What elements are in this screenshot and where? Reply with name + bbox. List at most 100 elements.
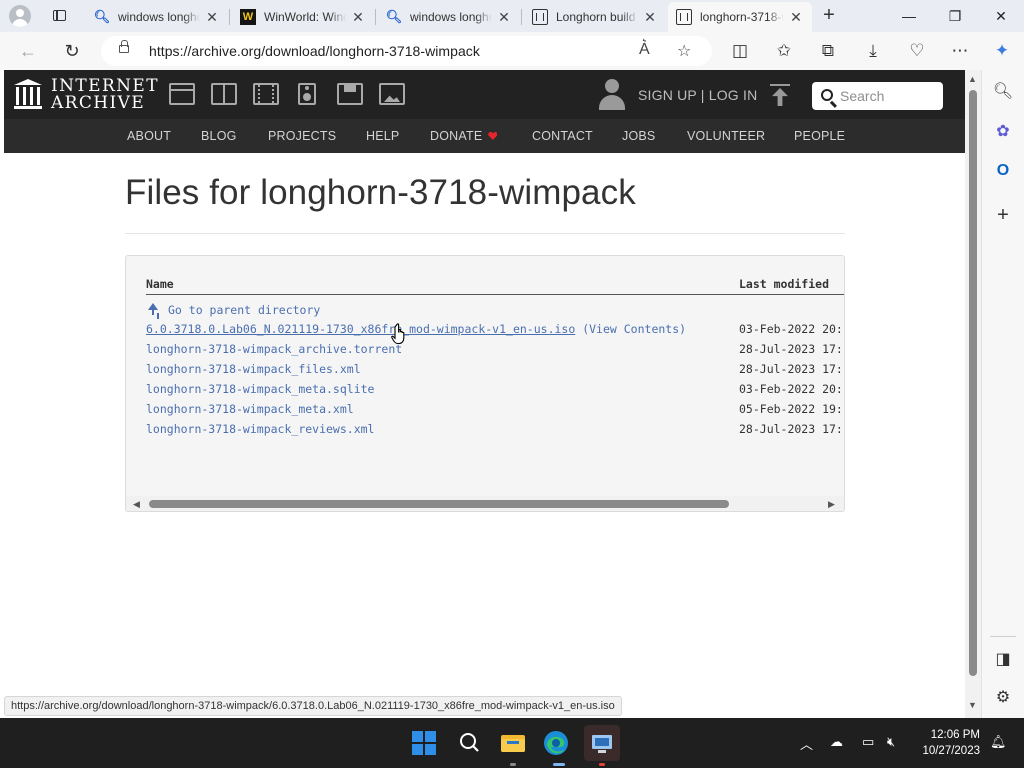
volume-muted-icon[interactable]: 🔇︎ <box>887 734 895 750</box>
nav-help[interactable]: HELP <box>366 129 399 143</box>
user-avatar-icon[interactable] <box>598 79 626 111</box>
close-tab-icon[interactable]: ✕ <box>350 9 366 26</box>
scroll-left-icon[interactable]: ◀ <box>133 499 140 510</box>
edge-icon[interactable] <box>541 728 571 758</box>
split-screen-icon[interactable]: ◫ <box>726 38 754 64</box>
close-window-button[interactable]: ✕ <box>978 0 1024 32</box>
notification-bell-icon[interactable]: 🔔︎ <box>990 734 1007 750</box>
browser-essentials-icon[interactable]: ♡ <box>903 38 931 64</box>
file-link[interactable]: longhorn-3718-wimpack_meta.xml <box>146 402 354 416</box>
nav-about[interactable]: ABOUT <box>127 129 171 143</box>
nav-jobs[interactable]: JOBS <box>622 129 655 143</box>
sidebar-copilot-icon[interactable]: ✿ <box>992 120 1014 142</box>
close-tab-icon[interactable]: ✕ <box>496 9 512 26</box>
column-header-last-modified[interactable]: Last modified <box>739 277 829 291</box>
vertical-scrollbar[interactable]: ▲ ▼ <box>965 70 981 718</box>
sign-up-log-in-link[interactable]: SIGN UP | LOG IN <box>638 87 757 103</box>
taskbar-date[interactable]: 10/27/2023 <box>914 745 980 757</box>
ia-search-box[interactable] <box>812 82 943 110</box>
downloads-icon[interactable]: ⤓ <box>859 38 887 64</box>
taskbar-time[interactable]: 12:06 PM <box>914 729 980 741</box>
collections-icon[interactable]: ⧉ <box>814 38 842 64</box>
start-icon[interactable] <box>409 728 439 758</box>
restore-button[interactable]: ❐ <box>932 0 978 32</box>
file-row: 6.0.3718.0.Lab06_N.021119-1730_x86fre_mo… <box>146 322 843 340</box>
nav-projects[interactable]: PROJECTS <box>268 129 336 143</box>
profile-avatar-icon[interactable] <box>9 5 31 27</box>
page-title: Files for longhorn-3718-wimpack <box>125 173 636 212</box>
web-icon[interactable] <box>169 83 195 105</box>
images-icon[interactable] <box>379 83 405 105</box>
file-listing-box: Name Last modified Go to parent director… <box>125 255 845 512</box>
new-tab-icon[interactable]: + <box>818 4 840 28</box>
horizontal-scroll-thumb[interactable] <box>149 500 729 508</box>
ia-wordmark[interactable]: INTERNET ARCHIVE <box>51 78 159 112</box>
favorite-star-icon[interactable]: ☆ <box>677 41 691 61</box>
copilot-icon[interactable]: ✦ <box>988 38 1016 64</box>
search-input[interactable] <box>840 87 936 105</box>
favorites-icon[interactable]: ✩ <box>770 38 798 64</box>
sidebar-hide-icon[interactable]: ◨ <box>992 648 1014 670</box>
scroll-up-icon[interactable]: ▲ <box>968 74 977 84</box>
texts-icon[interactable] <box>211 83 237 105</box>
read-aloud-icon[interactable]: A͛ <box>639 41 650 59</box>
view-contents-link[interactable]: (View Contents) <box>582 322 686 336</box>
nav-donate[interactable]: DONATE <box>430 129 498 143</box>
video-icon[interactable] <box>253 83 279 105</box>
back-icon[interactable]: ← <box>14 38 42 64</box>
minimize-button[interactable]: — <box>886 0 932 32</box>
close-tab-icon[interactable]: ✕ <box>788 9 804 26</box>
horizontal-scrollbar[interactable]: ◀ ▶ <box>126 496 844 511</box>
search-icon[interactable] <box>821 89 833 101</box>
vertical-scroll-thumb[interactable] <box>969 90 977 676</box>
file-link[interactable]: longhorn-3718-wimpack_archive.torrent <box>146 342 402 356</box>
tab-4[interactable]: Longhorn build 3718 ✕ <box>524 2 666 32</box>
sidebar-search-icon[interactable]: 🔍︎ <box>992 80 1014 102</box>
scroll-right-icon[interactable]: ▶ <box>828 499 835 510</box>
nav-volunteer[interactable]: VOLUNTEER <box>687 129 765 143</box>
tab-2[interactable]: W WinWorld: Windows Longhorn ✕ <box>232 2 374 32</box>
tab-3[interactable]: 🔍︎ windows longhorn ✕ <box>378 2 520 32</box>
close-tab-icon[interactable]: ✕ <box>204 9 220 26</box>
tab-actions-icon[interactable] <box>48 6 70 26</box>
tab-strip: 🔍︎ windows longhorn ✕ W WinWorld: Window… <box>0 0 1024 32</box>
ia-nav-bar: ABOUT BLOG PROJECTS HELP DONATE CONTACT … <box>4 119 965 153</box>
file-link[interactable]: longhorn-3718-wimpack_files.xml <box>146 362 361 376</box>
parent-directory-row: Go to parent directory <box>146 302 320 320</box>
refresh-icon[interactable]: ↻ <box>58 38 86 64</box>
parent-directory-link[interactable]: Go to parent directory <box>168 303 320 317</box>
column-header-name[interactable]: Name <box>146 277 174 291</box>
network-icon[interactable]: ▭ <box>862 734 874 750</box>
tab-title: Longhorn build 3718 <box>556 10 638 24</box>
close-tab-icon[interactable]: ✕ <box>642 9 658 26</box>
tab-5-active[interactable]: longhorn-3718-wimpack ✕ <box>668 2 812 32</box>
audio-icon[interactable] <box>298 83 316 105</box>
file-explorer-icon[interactable] <box>498 728 528 758</box>
tab-1[interactable]: 🔍︎ windows longhorn ✕ <box>86 2 228 32</box>
software-icon[interactable] <box>337 83 363 105</box>
sidebar-settings-icon[interactable]: ⚙ <box>992 686 1014 708</box>
internet-archive-logo-icon[interactable] <box>14 79 42 109</box>
show-hidden-icons-icon[interactable]: ︿ <box>800 734 813 753</box>
scroll-down-icon[interactable]: ▼ <box>968 700 977 710</box>
sidebar-outlook-icon[interactable]: O <box>992 160 1014 182</box>
file-link[interactable]: 6.0.3718.0.Lab06_N.021119-1730_x86fre_mo… <box>146 322 575 336</box>
url-text[interactable]: https://archive.org/download/longhorn-37… <box>149 43 480 59</box>
file-row: longhorn-3718-wimpack_meta.sqlite 03-Feb… <box>146 382 843 400</box>
more-menu-icon[interactable]: ⋯ <box>946 38 974 64</box>
sidebar-add-icon[interactable]: + <box>992 204 1014 226</box>
file-link[interactable]: longhorn-3718-wimpack_reviews.xml <box>146 422 374 436</box>
remote-app-running-dot <box>599 763 605 766</box>
nav-people[interactable]: PEOPLE <box>794 129 845 143</box>
remote-app-icon[interactable] <box>584 725 620 761</box>
nav-blog[interactable]: BLOG <box>201 129 237 143</box>
lock-icon[interactable] <box>119 40 129 53</box>
search-icon[interactable] <box>455 728 485 758</box>
address-bar[interactable]: https://archive.org/download/longhorn-37… <box>101 36 712 66</box>
upload-icon[interactable] <box>770 84 790 106</box>
tab-separator <box>229 9 230 25</box>
onedrive-icon[interactable]: ☁ <box>830 734 843 750</box>
file-link[interactable]: longhorn-3718-wimpack_meta.sqlite <box>146 382 374 396</box>
nav-contact[interactable]: CONTACT <box>532 129 593 143</box>
page-viewport: INTERNET ARCHIVE SIGN UP | LOG IN ABOUT … <box>4 70 965 718</box>
